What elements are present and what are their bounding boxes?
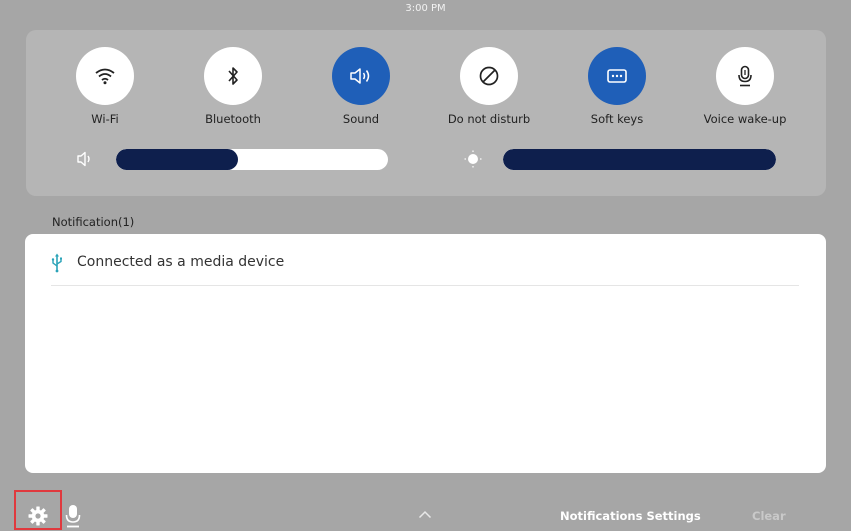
do-not-disturb-icon (479, 66, 499, 86)
brightness-slider[interactable] (503, 149, 776, 170)
soft-keys-toggle[interactable]: Soft keys (562, 47, 672, 126)
bluetooth-label: Bluetooth (205, 112, 261, 126)
wifi-toggle[interactable]: Wi-Fi (50, 47, 160, 126)
voice-wake-up-label: Voice wake-up (703, 112, 787, 126)
wifi-toggle-button[interactable] (76, 47, 134, 105)
do-not-disturb-toggle[interactable]: Do not disturb (434, 47, 544, 126)
sound-toggle-button[interactable] (332, 47, 390, 105)
volume-slider[interactable] (116, 149, 388, 170)
soft-keys-icon (607, 69, 627, 83)
status-time: 3:00 PM (405, 3, 446, 14)
volume-slider-fill (116, 149, 239, 170)
gear-icon (28, 506, 48, 526)
brightness-icon (464, 150, 482, 168)
sound-icon (350, 68, 370, 84)
brightness-slider-fill (503, 149, 776, 170)
soft-keys-label: Soft keys (590, 112, 644, 126)
quick-settings-panel: Wi-Fi Bluetooth Sound Do not disturb Sof… (26, 30, 826, 196)
notification-text: Connected as a media device (77, 254, 285, 270)
bottom-bar: Notifications Settings Clear (0, 488, 851, 531)
do-not-disturb-toggle-button[interactable] (460, 47, 518, 105)
notification-panel: Connected as a media device (25, 234, 826, 473)
notifications-settings-button[interactable]: Notifications Settings (560, 509, 701, 523)
volume-icon (77, 151, 90, 167)
voice-input-button[interactable] (65, 504, 81, 528)
notification-count-header: Notification(1) (52, 215, 135, 229)
bluetooth-toggle-button[interactable] (204, 47, 262, 105)
usb-icon (51, 253, 62, 273)
chevron-up-icon[interactable] (418, 510, 432, 519)
do-not-disturb-label: Do not disturb (447, 112, 531, 126)
clear-button[interactable]: Clear (752, 509, 786, 523)
sound-label: Sound (342, 112, 380, 126)
bluetooth-toggle[interactable]: Bluetooth (178, 47, 288, 126)
microphone-icon (738, 65, 752, 87)
voice-wake-up-toggle[interactable]: Voice wake-up (690, 47, 800, 126)
settings-button[interactable] (14, 490, 62, 530)
sound-toggle[interactable]: Sound (306, 47, 416, 126)
notification-item[interactable]: Connected as a media device (51, 247, 799, 286)
voice-wake-up-toggle-button[interactable] (716, 47, 774, 105)
soft-keys-toggle-button[interactable] (588, 47, 646, 105)
bluetooth-icon (228, 67, 238, 85)
wifi-icon (95, 68, 115, 85)
wifi-label: Wi-Fi (91, 112, 119, 126)
